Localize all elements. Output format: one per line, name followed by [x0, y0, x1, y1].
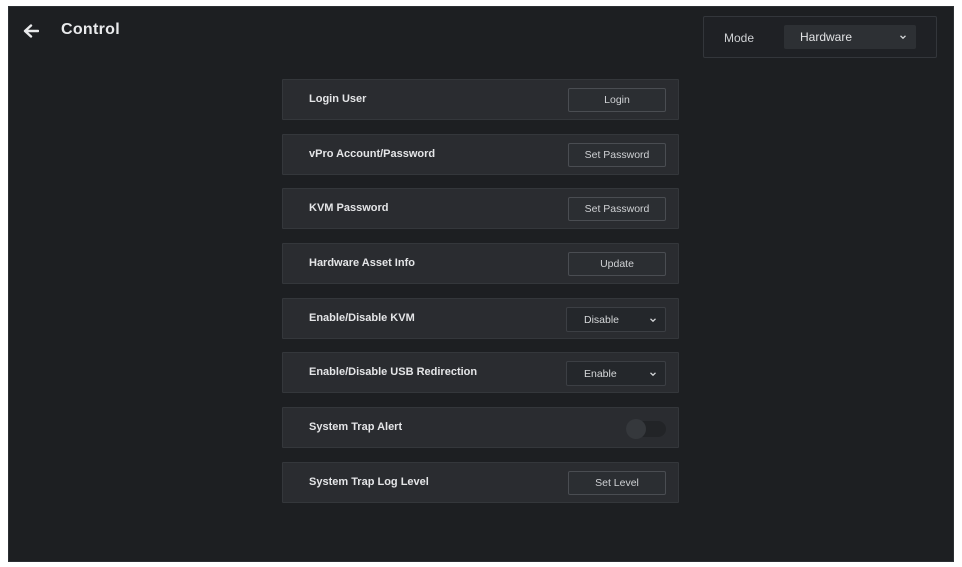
top-bar: Control Mode Hardware — [9, 7, 953, 58]
settings-row-kvm-password: KVM Password Set Password — [282, 188, 679, 230]
settings-row-usb-redirection: Enable/Disable USB Redirection Enable — [282, 352, 679, 394]
set-vpro-password-button[interactable]: Set Password — [568, 142, 666, 167]
control-screen: Control Mode Hardware Login User Login v… — [8, 6, 954, 562]
set-level-button[interactable]: Set Level — [568, 470, 666, 495]
trap-alert-toggle[interactable] — [626, 419, 666, 440]
row-label: vPro Account/Password — [309, 147, 436, 160]
settings-row-login-user: Login User Login — [282, 79, 679, 120]
settings-row-hardware-asset: Hardware Asset Info Update — [282, 243, 679, 285]
chevron-down-icon — [650, 372, 656, 377]
settings-row-vpro-account: vPro Account/Password Set Password — [282, 133, 679, 175]
chevron-down-icon — [650, 318, 656, 322]
update-asset-button[interactable]: Update — [568, 252, 666, 277]
row-label: System Trap Alert — [309, 421, 403, 434]
usb-dropdown-value: Enable — [584, 368, 617, 381]
row-label: Login User — [309, 93, 367, 105]
settings-row-trap-log-level: System Trap Log Level Set Level — [282, 461, 679, 503]
toggle-knob — [626, 419, 646, 440]
settings-row-trap-alert: System Trap Alert — [282, 407, 679, 449]
login-button[interactable]: Login — [568, 88, 666, 112]
row-label: Enable/Disable USB Redirection — [309, 366, 478, 379]
row-label: System Trap Log Level — [309, 475, 429, 488]
settings-row-kvm-toggle: Enable/Disable KVM Disable — [282, 297, 679, 339]
kvm-dropdown-value: Disable — [584, 313, 620, 326]
mode-dropdown[interactable]: Hardware — [784, 25, 916, 49]
control-settings-list: Login User Login vPro Account/Password S… — [282, 79, 679, 517]
mode-dropdown-value: Hardware — [800, 30, 853, 44]
back-button[interactable] — [19, 19, 43, 43]
chevron-down-icon — [900, 35, 906, 40]
mode-selector-box: Mode Hardware — [703, 16, 937, 58]
kvm-enable-dropdown[interactable]: Disable — [566, 306, 666, 332]
row-label: Enable/Disable KVM — [309, 311, 415, 324]
usb-redirection-dropdown[interactable]: Enable — [566, 361, 666, 387]
row-label: KVM Password — [309, 202, 389, 215]
page-title: Control — [61, 21, 120, 38]
row-label: Hardware Asset Info — [309, 257, 415, 270]
set-kvm-password-button[interactable]: Set Password — [568, 197, 666, 222]
mode-label: Mode — [724, 31, 755, 45]
arrow-left-icon — [23, 24, 39, 38]
